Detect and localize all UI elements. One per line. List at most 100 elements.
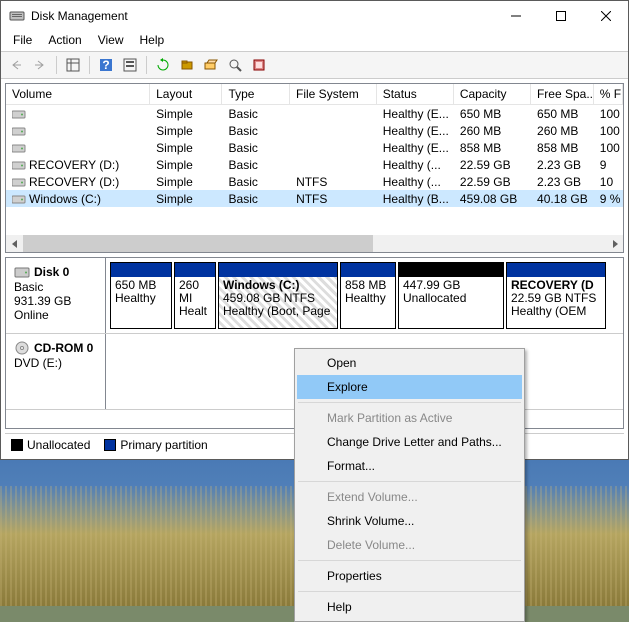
disk-partitions: 650 MBHealthy260 MIHealtWindows (C:)459.… bbox=[106, 258, 623, 333]
cell: Basic bbox=[223, 191, 291, 207]
volume-list[interactable]: VolumeLayoutTypeFile SystemStatusCapacit… bbox=[5, 83, 624, 253]
titlebar[interactable]: Disk Management bbox=[1, 1, 628, 31]
cell: Simple bbox=[150, 106, 222, 122]
close-button[interactable] bbox=[583, 1, 628, 31]
cell: 260 MB bbox=[454, 123, 531, 139]
cell: Simple bbox=[150, 123, 222, 139]
cell: NTFS bbox=[290, 174, 377, 190]
context-menu-item[interactable]: Format... bbox=[297, 454, 522, 478]
open-icon[interactable] bbox=[200, 54, 222, 76]
volume-row[interactable]: SimpleBasicHealthy (E...858 MB858 MB100 bbox=[6, 139, 623, 156]
scroll-thumb[interactable] bbox=[23, 235, 373, 252]
disk-icon bbox=[14, 340, 30, 356]
cell: Healthy (E... bbox=[377, 106, 454, 122]
context-menu-item: Mark Partition as Active bbox=[297, 406, 522, 430]
settings-button[interactable] bbox=[119, 54, 141, 76]
minimize-button[interactable] bbox=[493, 1, 538, 31]
context-menu-item[interactable]: Shrink Volume... bbox=[297, 509, 522, 533]
help-button[interactable]: ? bbox=[95, 54, 117, 76]
partition-status: Unallocated bbox=[403, 292, 499, 305]
cell: Healthy (E... bbox=[377, 123, 454, 139]
window-title: Disk Management bbox=[31, 9, 493, 23]
cell bbox=[6, 106, 150, 122]
cell: Healthy (... bbox=[377, 157, 454, 173]
context-menu-item[interactable]: Help bbox=[297, 595, 522, 619]
scroll-left-button[interactable] bbox=[6, 235, 23, 252]
cell: 10 bbox=[594, 174, 623, 190]
scroll-right-button[interactable] bbox=[606, 235, 623, 252]
cell: 100 bbox=[594, 106, 623, 122]
partition[interactable]: RECOVERY (D22.59 GB NTFSHealthy (OEM bbox=[506, 262, 606, 329]
partition-colorbar bbox=[507, 263, 605, 277]
partition-size: 260 MI bbox=[179, 279, 211, 305]
drive-icon bbox=[12, 108, 26, 120]
column-header[interactable]: Type bbox=[222, 84, 290, 104]
partition-colorbar bbox=[341, 263, 395, 277]
cell: 100 bbox=[594, 140, 623, 156]
partition[interactable]: 858 MBHealthy bbox=[340, 262, 396, 329]
cell: 260 MB bbox=[531, 123, 594, 139]
partition-colorbar bbox=[399, 263, 503, 277]
partition[interactable]: 650 MBHealthy bbox=[110, 262, 172, 329]
cell: Basic bbox=[223, 157, 291, 173]
context-menu[interactable]: OpenExplore Mark Partition as ActiveChang… bbox=[294, 348, 525, 622]
search-icon[interactable] bbox=[224, 54, 246, 76]
partition-body: Windows (C:)459.08 GB NTFSHealthy (Boot,… bbox=[219, 277, 337, 328]
disk-type: DVD (E:) bbox=[14, 356, 97, 370]
menu-action[interactable]: Action bbox=[40, 31, 89, 51]
cell: NTFS bbox=[290, 191, 377, 207]
column-header[interactable]: File System bbox=[290, 84, 377, 104]
column-header[interactable]: Layout bbox=[150, 84, 222, 104]
column-header[interactable]: Capacity bbox=[454, 84, 531, 104]
cell: 100 bbox=[594, 123, 623, 139]
context-menu-separator bbox=[298, 560, 521, 561]
scroll-track[interactable] bbox=[23, 235, 606, 252]
volume-row[interactable]: RECOVERY (D:)SimpleBasicHealthy (...22.5… bbox=[6, 156, 623, 173]
cell bbox=[6, 123, 150, 139]
view-options-button[interactable] bbox=[62, 54, 84, 76]
cell: 650 MB bbox=[531, 106, 594, 122]
context-menu-item[interactable]: Explore bbox=[297, 375, 522, 399]
partition-body: 447.99 GBUnallocated bbox=[399, 277, 503, 328]
back-button bbox=[5, 54, 27, 76]
context-menu-item: Delete Volume... bbox=[297, 533, 522, 557]
partition-body: 858 MBHealthy bbox=[341, 277, 395, 328]
column-header[interactable]: % F bbox=[594, 84, 623, 104]
cell: Healthy (... bbox=[377, 174, 454, 190]
context-menu-item[interactable]: Properties bbox=[297, 564, 522, 588]
menu-help[interactable]: Help bbox=[132, 31, 173, 51]
maximize-button[interactable] bbox=[538, 1, 583, 31]
partition[interactable]: 260 MIHealt bbox=[174, 262, 216, 329]
column-header[interactable]: Free Spa... bbox=[531, 84, 594, 104]
action-icon[interactable] bbox=[248, 54, 270, 76]
volume-row[interactable]: Windows (C:)SimpleBasicNTFSHealthy (B...… bbox=[6, 190, 623, 207]
cell: 22.59 GB bbox=[454, 174, 531, 190]
menu-file[interactable]: File bbox=[5, 31, 40, 51]
volume-row[interactable]: RECOVERY (D:)SimpleBasicNTFSHealthy (...… bbox=[6, 173, 623, 190]
disk-label[interactable]: CD-ROM 0DVD (E:) bbox=[6, 334, 106, 409]
horizontal-scrollbar[interactable] bbox=[6, 235, 623, 252]
volume-row[interactable]: SimpleBasicHealthy (E...650 MB650 MB100 bbox=[6, 105, 623, 122]
partition-body: RECOVERY (D22.59 GB NTFSHealthy (OEM bbox=[507, 277, 605, 328]
disk-size: 931.39 GB bbox=[14, 294, 97, 308]
cell: 858 MB bbox=[531, 140, 594, 156]
disk-row[interactable]: Disk 0Basic931.39 GBOnline650 MBHealthy2… bbox=[6, 258, 623, 334]
partition-unallocated[interactable]: 447.99 GBUnallocated bbox=[398, 262, 504, 329]
cell: Simple bbox=[150, 174, 222, 190]
context-menu-item[interactable]: Change Drive Letter and Paths... bbox=[297, 430, 522, 454]
refresh-icon[interactable] bbox=[152, 54, 174, 76]
rescan-icon[interactable] bbox=[176, 54, 198, 76]
column-header[interactable]: Status bbox=[377, 84, 454, 104]
partition-colorbar bbox=[111, 263, 171, 277]
volume-row[interactable]: SimpleBasicHealthy (E...260 MB260 MB100 bbox=[6, 122, 623, 139]
menu-view[interactable]: View bbox=[90, 31, 132, 51]
partition-colorbar bbox=[175, 263, 215, 277]
context-menu-item[interactable]: Open bbox=[297, 351, 522, 375]
column-header[interactable]: Volume bbox=[6, 84, 150, 104]
menubar: File Action View Help bbox=[1, 31, 628, 51]
cell: 858 MB bbox=[454, 140, 531, 156]
partition[interactable]: Windows (C:)459.08 GB NTFSHealthy (Boot,… bbox=[218, 262, 338, 329]
cell bbox=[6, 140, 150, 156]
disk-name: Disk 0 bbox=[34, 265, 69, 279]
disk-label[interactable]: Disk 0Basic931.39 GBOnline bbox=[6, 258, 106, 333]
